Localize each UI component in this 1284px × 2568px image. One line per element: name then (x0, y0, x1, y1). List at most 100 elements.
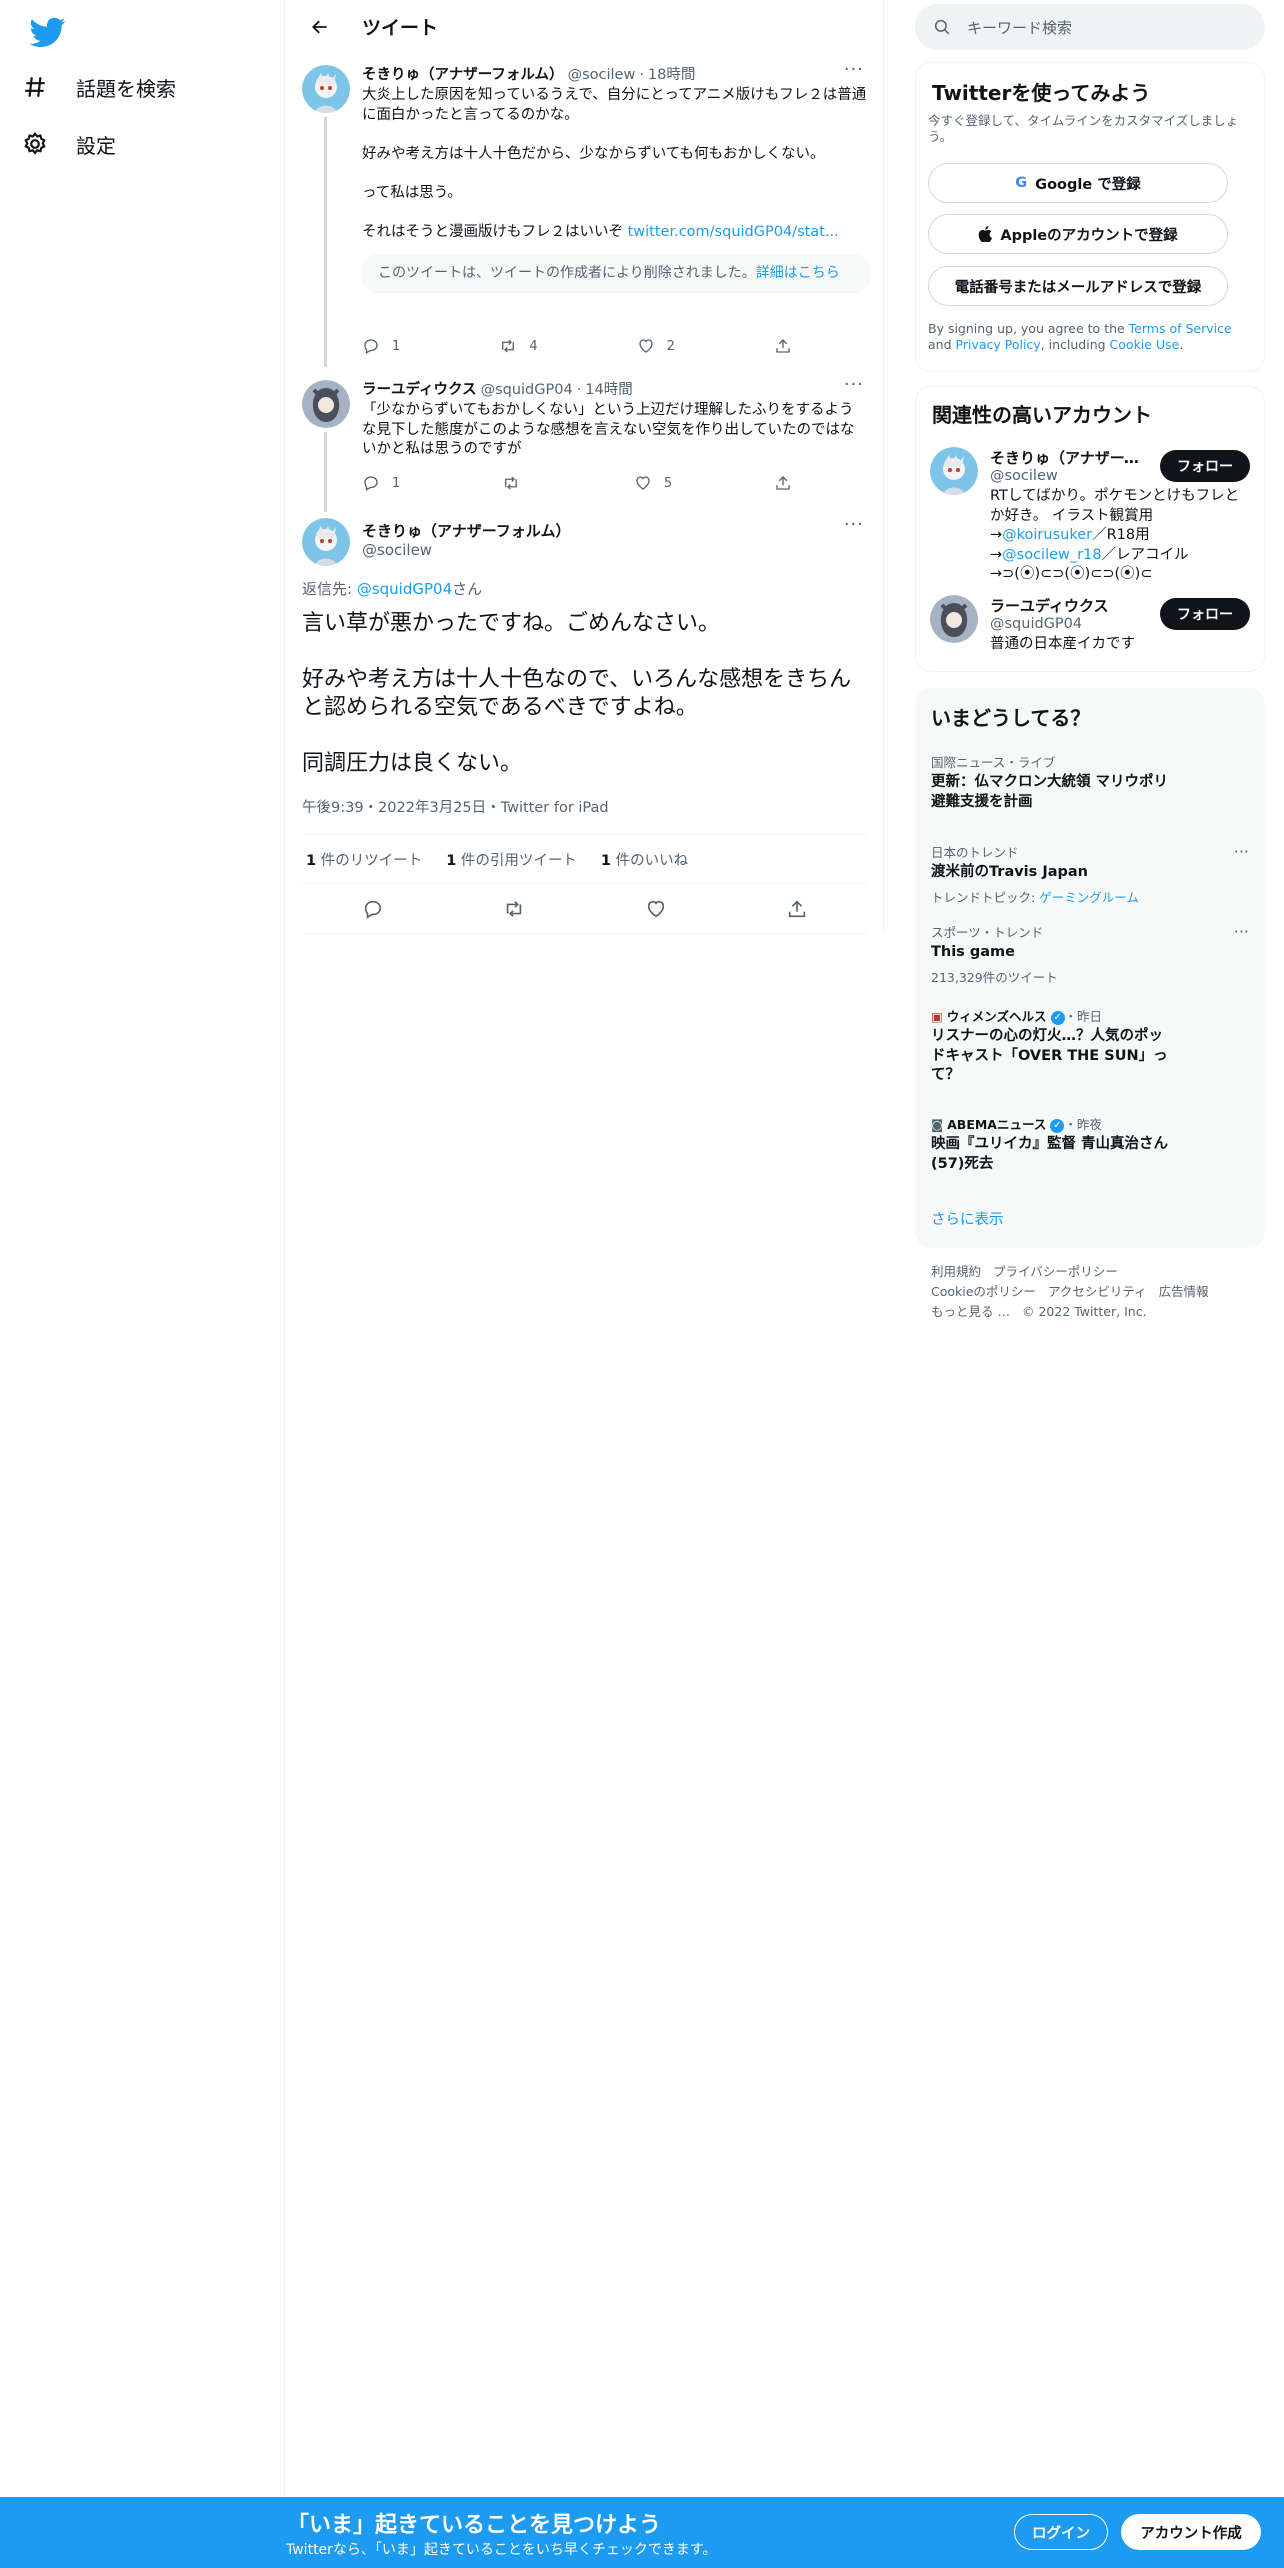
create-account-button[interactable]: アカウント作成 (1121, 2514, 1261, 2550)
trend-topic-link[interactable]: ゲーミングルーム (1039, 890, 1139, 905)
thread-tweet[interactable]: ラーユディウクス @squidGP04 · 14時間 ··· 「少なからずいても… (302, 376, 868, 512)
focus-actions (302, 884, 868, 934)
google-signup-button[interactable]: G Google で登録 (928, 163, 1228, 203)
trend-item[interactable]: ··· 日本のトレンド 渡米前のTravis Japan トレンドトピック: ゲ… (931, 842, 1249, 906)
follow-button[interactable]: フォロー (1160, 598, 1250, 630)
account-bio: RTしてばかり。ポケモンとけもフレとか好き。 イラスト観賞用→@koirusuk… (990, 488, 1240, 582)
reply-handle-link[interactable]: @squidGP04 (357, 580, 452, 598)
avatar[interactable] (930, 595, 978, 643)
related-title: 関連性の高いアカウント (932, 403, 1152, 427)
footer-link[interactable]: 利用規約 (931, 1264, 981, 1279)
deleted-quote-box: このツイートは、ツイートの作成者により削除されました。詳細はこちら (362, 254, 870, 293)
heart-icon (636, 476, 650, 490)
trend-title: リスナーの心の灯火…？人気のポッドキャスト「OVER THE SUN」って？ (931, 1028, 1168, 1083)
apple-signup-button[interactable]: Appleのアカウントで登録 (928, 214, 1228, 254)
phone-email-signup-button[interactable]: 電話番号またはメールアドレスで登録 (928, 266, 1228, 306)
footer-link[interactable]: 広告情報 (1159, 1284, 1209, 1299)
author-name[interactable]: ラーユディウクス (362, 378, 477, 399)
share-button[interactable] (774, 474, 792, 492)
follow-button[interactable]: フォロー (1160, 450, 1250, 482)
author-name[interactable]: そきりゅ（アナザーフォルム） (362, 520, 571, 541)
account-name[interactable]: ラーユディウクス (990, 595, 1140, 616)
bio-link[interactable]: @koirusuker (1002, 527, 1092, 543)
nav-settings[interactable]: 設定 (22, 120, 116, 168)
search-box[interactable]: キーワード検索 (915, 4, 1265, 50)
footer-link[interactable]: もっと見る … (931, 1304, 1010, 1319)
trend-item[interactable]: ◙ ABEMAニュース ✓ ・昨夜 映画『ユリイカ』監督 青山真治さん(57)死去 (931, 1114, 1249, 1174)
author-handle[interactable]: @squidGP04 (481, 382, 573, 398)
reply-icon (364, 476, 378, 491)
focus-tweet: そきりゅ（アナザーフォルム） @socilew ··· 返信先: @squidG… (302, 516, 868, 818)
reply-prefix: 返信先: (302, 580, 353, 598)
learn-more-link[interactable]: 詳細はこちら (756, 265, 840, 281)
reply-icon[interactable] (362, 898, 384, 920)
trend-item[interactable]: ··· スポーツ・トレンド This game 213,329件のツイート (931, 922, 1249, 986)
tweet-actions: 1 5 (362, 474, 792, 492)
tweet-time[interactable]: 18時間 (648, 63, 695, 84)
login-button[interactable]: ログイン (1014, 2514, 1108, 2550)
back-button[interactable] (302, 9, 338, 45)
left-navigation: 話題を検索 設定 (0, 0, 285, 2497)
like-button[interactable]: 2 (637, 337, 675, 355)
author-name[interactable]: そきりゅ（アナザーフォルム） (362, 63, 564, 84)
avatar[interactable] (302, 380, 350, 428)
reply-count: 1 (392, 338, 401, 354)
quote-stat[interactable]: 1 件の引用ツイート (446, 849, 577, 870)
more-options-icon[interactable]: ··· (1234, 922, 1249, 941)
retweet-icon[interactable] (503, 898, 525, 920)
footer-link[interactable]: Cookieのポリシー (931, 1284, 1036, 1299)
terms-link[interactable]: Terms of Service (1129, 321, 1232, 336)
reply-button[interactable]: 1 (362, 474, 400, 492)
trend-sub: トレンドトピック: ゲーミングルーム (931, 889, 1139, 905)
trend-context: 国際ニュース・ライブ (931, 755, 1056, 770)
show-more-link[interactable]: さらに表示 (931, 1208, 1004, 1229)
privacy-link[interactable]: Privacy Policy (956, 337, 1041, 352)
more-options-icon[interactable]: ··· (844, 516, 864, 534)
trend-title: 渡米前のTravis Japan (931, 864, 1089, 880)
trend-source: ▣ ウィメンズヘルス ✓ ・昨日 (931, 1009, 1103, 1025)
author-handle[interactable]: @socilew (362, 541, 571, 559)
source-logo-icon: ▣ (931, 1009, 943, 1024)
heart-icon[interactable] (645, 898, 667, 920)
thread-tweet[interactable]: そきりゅ（アナザーフォルム） @socilew · 18時間 ··· 大炎上した… (302, 61, 870, 367)
share-icon[interactable] (786, 898, 808, 920)
reply-count: 1 (392, 475, 401, 491)
account-name[interactable]: そきりゅ（アナザーフォルム） (990, 447, 1140, 468)
avatar[interactable] (302, 518, 350, 566)
tweet-meta[interactable]: 午後9:39・2022年3月25日・Twitter for iPad (302, 796, 609, 817)
tweet-link[interactable]: twitter.com/squidGP04/stat... (628, 224, 839, 240)
signup-title: Twitterを使ってみよう (932, 81, 1151, 105)
avatar[interactable] (302, 65, 350, 113)
trend-context: スポーツ・トレンド (931, 925, 1044, 940)
heart-icon (638, 339, 653, 353)
avatar[interactable] (930, 447, 978, 495)
retweet-button[interactable]: 4 (499, 337, 538, 355)
like-stat[interactable]: 1 件のいいね (601, 849, 688, 870)
gear-icon (24, 131, 46, 155)
bio-link[interactable]: @socilew_r18 (1002, 547, 1101, 563)
cookie-link[interactable]: Cookie Use (1110, 337, 1180, 352)
footer-link[interactable]: アクセシビリティ (1048, 1284, 1147, 1299)
more-options-icon[interactable]: ··· (844, 61, 864, 79)
source-logo-icon: ◙ (931, 1117, 944, 1132)
author-handle[interactable]: @socilew (568, 67, 636, 83)
trends-title: いまどうしてる？ (931, 706, 1091, 730)
reply-icon (364, 339, 378, 354)
share-button[interactable] (774, 337, 792, 355)
search-placeholder: キーワード検索 (967, 18, 1073, 37)
main-column: ツイート そきりゅ（アナザーフォルム） @socilew · 18時間 ··· … (286, 0, 884, 934)
footer-link[interactable]: プライバシーポリシー (993, 1264, 1118, 1279)
more-options-icon[interactable]: ··· (1234, 842, 1249, 861)
retweet-button[interactable] (502, 474, 532, 492)
trend-item[interactable]: ▣ ウィメンズヘルス ✓ ・昨日 リスナーの心の灯火…？人気のポッドキャスト「OV… (931, 1006, 1249, 1086)
bottom-bar-title: 「いま」起きていることを見つけよう (287, 2513, 662, 2538)
more-options-icon[interactable]: ··· (844, 376, 864, 394)
retweet-stat[interactable]: 1 件のリツイート (306, 849, 422, 870)
retweet-count: 4 (529, 338, 538, 354)
trend-item[interactable]: 国際ニュース・ライブ 更新：仏マクロン大統領 マリウポリ避難支援を計画 (931, 752, 1249, 812)
reply-button[interactable]: 1 (362, 337, 400, 355)
twitter-logo-icon[interactable] (30, 14, 66, 50)
tweet-time[interactable]: 14時間 (585, 378, 632, 399)
like-button[interactable]: 5 (634, 474, 672, 492)
nav-explore[interactable]: 話題を検索 (22, 63, 176, 111)
